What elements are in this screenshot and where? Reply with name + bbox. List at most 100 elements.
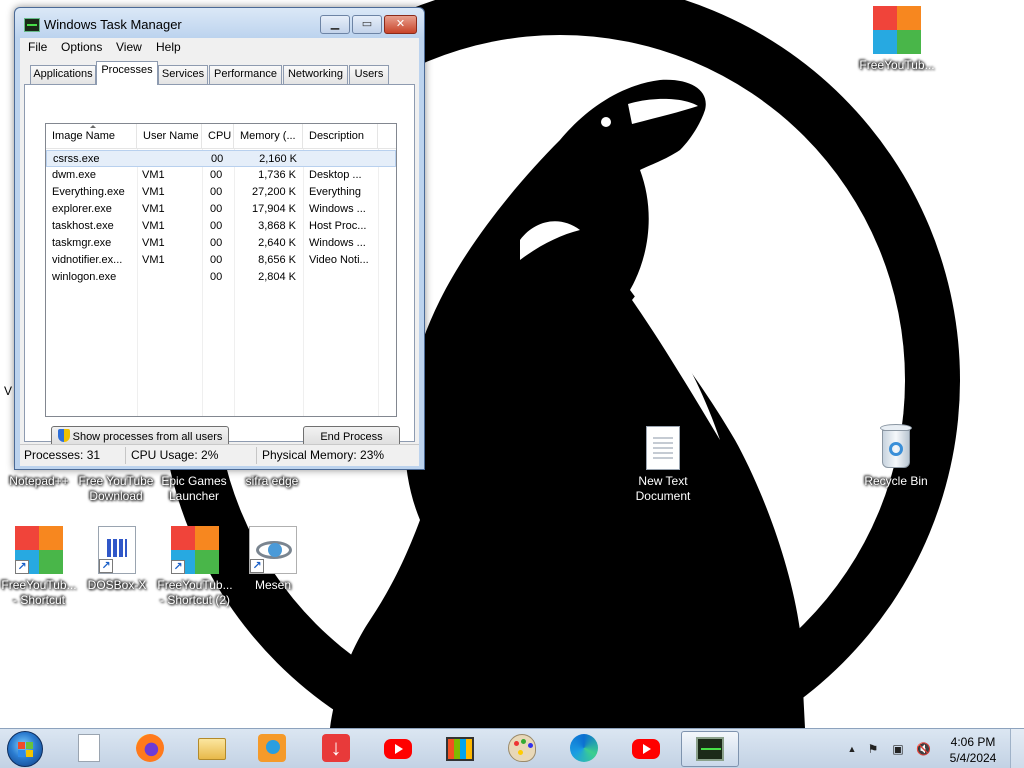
- desktop-icon-new-text-document[interactable]: New Text Document: [623, 426, 703, 504]
- menu-options[interactable]: Options: [61, 40, 102, 54]
- desktop-icon-epic-games[interactable]: Epic Games Launcher: [154, 474, 234, 504]
- volume-muted-icon[interactable]: 🔇: [916, 742, 931, 756]
- process-name: winlogon.exe: [52, 271, 117, 283]
- window-title: Windows Task Manager: [44, 17, 182, 32]
- shortcut-arrow-icon: ↗: [15, 560, 29, 574]
- process-description: Video Noti...: [309, 254, 369, 266]
- minimize-button[interactable]: ▁: [320, 15, 350, 34]
- task-manager-body: Applications Processes Services Performa…: [20, 58, 419, 448]
- task-manager-icon: [24, 18, 40, 32]
- process-memory: 8,656 K: [258, 254, 296, 266]
- taskbar-store[interactable]: [434, 731, 486, 767]
- desktop-icon-freeyoutube-shortcut-2[interactable]: ↗ FreeYouTub... - Shortcut (2): [155, 526, 235, 608]
- taskbar-media[interactable]: [246, 731, 298, 767]
- youtube-icon: [632, 739, 660, 759]
- desktop-icon-free-youtube-download[interactable]: Free YouTube Download: [76, 474, 156, 504]
- tab-applications[interactable]: Applications: [30, 65, 96, 84]
- desktop-icon-mesen[interactable]: ↗ Mesen: [233, 526, 313, 593]
- column-cpu[interactable]: CPU: [202, 124, 234, 149]
- process-row[interactable]: taskmgr.exe VM1 00 2,640 K Windows ...: [46, 235, 396, 252]
- process-memory: 2,640 K: [258, 237, 296, 249]
- column-description[interactable]: Description: [303, 124, 378, 149]
- desktop-icon-label: DOSBox-X: [87, 578, 147, 592]
- desktop-icon-freeyoutube[interactable]: FreeYouTub...: [857, 6, 937, 73]
- taskbar-notepad[interactable]: [62, 731, 114, 767]
- tab-processes[interactable]: Processes: [96, 61, 158, 85]
- process-cpu: 00: [210, 271, 223, 283]
- status-processes: Processes: 31: [24, 448, 101, 462]
- taskbar-explorer[interactable]: [186, 731, 238, 767]
- process-row[interactable]: explorer.exe VM1 00 17,904 K Windows ...: [46, 201, 396, 218]
- desktop-icon-label: V: [4, 384, 13, 398]
- taskbar-paint[interactable]: [496, 731, 548, 767]
- column-memory[interactable]: Memory (...: [234, 124, 303, 149]
- mesen-eye-icon: ↗: [249, 526, 297, 574]
- desktop-icon-label: New Text Document: [635, 474, 691, 503]
- process-list-header: Image Name User Name CPU Memory (... Des…: [46, 124, 396, 149]
- process-row[interactable]: csrss.exe 00 2,160 K: [46, 150, 396, 167]
- shortcut-arrow-icon: ↗: [99, 559, 113, 573]
- taskbar-youtube-2[interactable]: [620, 731, 672, 767]
- process-name: taskhost.exe: [52, 220, 114, 232]
- tab-networking[interactable]: Networking: [283, 65, 348, 84]
- process-name: vidnotifier.ex...: [52, 254, 123, 266]
- process-row[interactable]: dwm.exe VM1 00 1,736 K Desktop ...: [46, 167, 396, 184]
- process-row[interactable]: vidnotifier.ex... VM1 00 8,656 K Video N…: [46, 252, 396, 269]
- title-bar[interactable]: Windows Task Manager ▁ ▭ ✕: [15, 8, 424, 38]
- desktop-icon-dosbox[interactable]: ↗ DOSBox-X: [77, 526, 157, 593]
- maximize-button[interactable]: ▭: [352, 15, 382, 34]
- uac-shield-icon: [57, 429, 70, 442]
- task-manager-icon: [696, 737, 724, 761]
- tab-users[interactable]: Users: [349, 65, 389, 84]
- store-bag-icon: [446, 737, 474, 761]
- desktop-icon-label: Mesen: [254, 578, 292, 592]
- menu-help[interactable]: Help: [156, 40, 181, 54]
- show-desktop-button[interactable]: [1010, 729, 1024, 768]
- menu-view[interactable]: View: [116, 40, 142, 54]
- show-hidden-icons-arrow-icon[interactable]: ▲: [845, 742, 859, 756]
- clock-date[interactable]: 5/4/2024: [947, 751, 999, 765]
- process-cpu: 00: [210, 220, 223, 232]
- clock-time[interactable]: 4:06 PM: [947, 735, 999, 749]
- desktop-icon-freeyoutube-shortcut[interactable]: ↗ FreeYouTub... - Shortcut: [0, 526, 79, 608]
- tab-services[interactable]: Services: [158, 65, 208, 84]
- desktop-icon-notepadpp[interactable]: Notepad++: [0, 474, 78, 489]
- firefox-icon: [136, 734, 164, 762]
- process-list[interactable]: Image Name User Name CPU Memory (... Des…: [45, 123, 397, 417]
- process-name: taskmgr.exe: [52, 237, 112, 249]
- column-image-name[interactable]: Image Name: [46, 124, 137, 149]
- menu-file[interactable]: File: [28, 40, 47, 54]
- process-name: dwm.exe: [52, 169, 97, 181]
- network-icon[interactable]: ▣: [891, 742, 905, 756]
- process-description: Desktop ...: [309, 169, 362, 181]
- status-cpu: CPU Usage: 2%: [131, 448, 219, 462]
- taskbar-firefox[interactable]: [124, 731, 176, 767]
- windows-orb-icon[interactable]: [7, 731, 43, 767]
- process-cpu: 00: [210, 186, 223, 198]
- taskbar-downloader[interactable]: ↓: [310, 731, 362, 767]
- status-memory: Physical Memory: 23%: [262, 448, 385, 462]
- process-row[interactable]: Everything.exe VM1 00 27,200 K Everythin…: [46, 184, 396, 201]
- process-memory: 1,736 K: [258, 169, 296, 181]
- desktop-icon-label: FreeYouTub... - Shortcut: [1, 578, 77, 607]
- process-memory: 2,160 K: [259, 153, 297, 165]
- desktop-icon-sifra-edge[interactable]: sifra edge: [232, 474, 312, 489]
- column-user-name[interactable]: User Name: [137, 124, 202, 149]
- recycle-bin-icon: [878, 424, 914, 470]
- system-tray: ▲ ⚑ ▣ 🔇 4:06 PM 5/4/2024: [840, 729, 1024, 768]
- desktop-icon-recycle-bin[interactable]: Recycle Bin: [856, 424, 936, 489]
- close-button[interactable]: ✕: [384, 15, 417, 34]
- menu-bar: File Options View Help: [20, 38, 419, 58]
- process-row[interactable]: winlogon.exe 00 2,804 K: [46, 269, 396, 286]
- taskbar-youtube-1[interactable]: [372, 731, 424, 767]
- desktop-icon-partial[interactable]: V: [0, 384, 14, 399]
- action-center-flag-icon[interactable]: ⚑: [866, 742, 880, 756]
- process-row[interactable]: taskhost.exe VM1 00 3,868 K Host Proc...: [46, 218, 396, 235]
- processes-panel: Image Name User Name CPU Memory (... Des…: [24, 84, 415, 448]
- process-description: Host Proc...: [309, 220, 367, 232]
- tab-performance[interactable]: Performance: [209, 65, 282, 84]
- process-name: csrss.exe: [53, 153, 100, 165]
- taskbar-edge[interactable]: [558, 731, 610, 767]
- process-cpu: 00: [210, 203, 223, 215]
- taskbar-task-manager[interactable]: [681, 731, 739, 767]
